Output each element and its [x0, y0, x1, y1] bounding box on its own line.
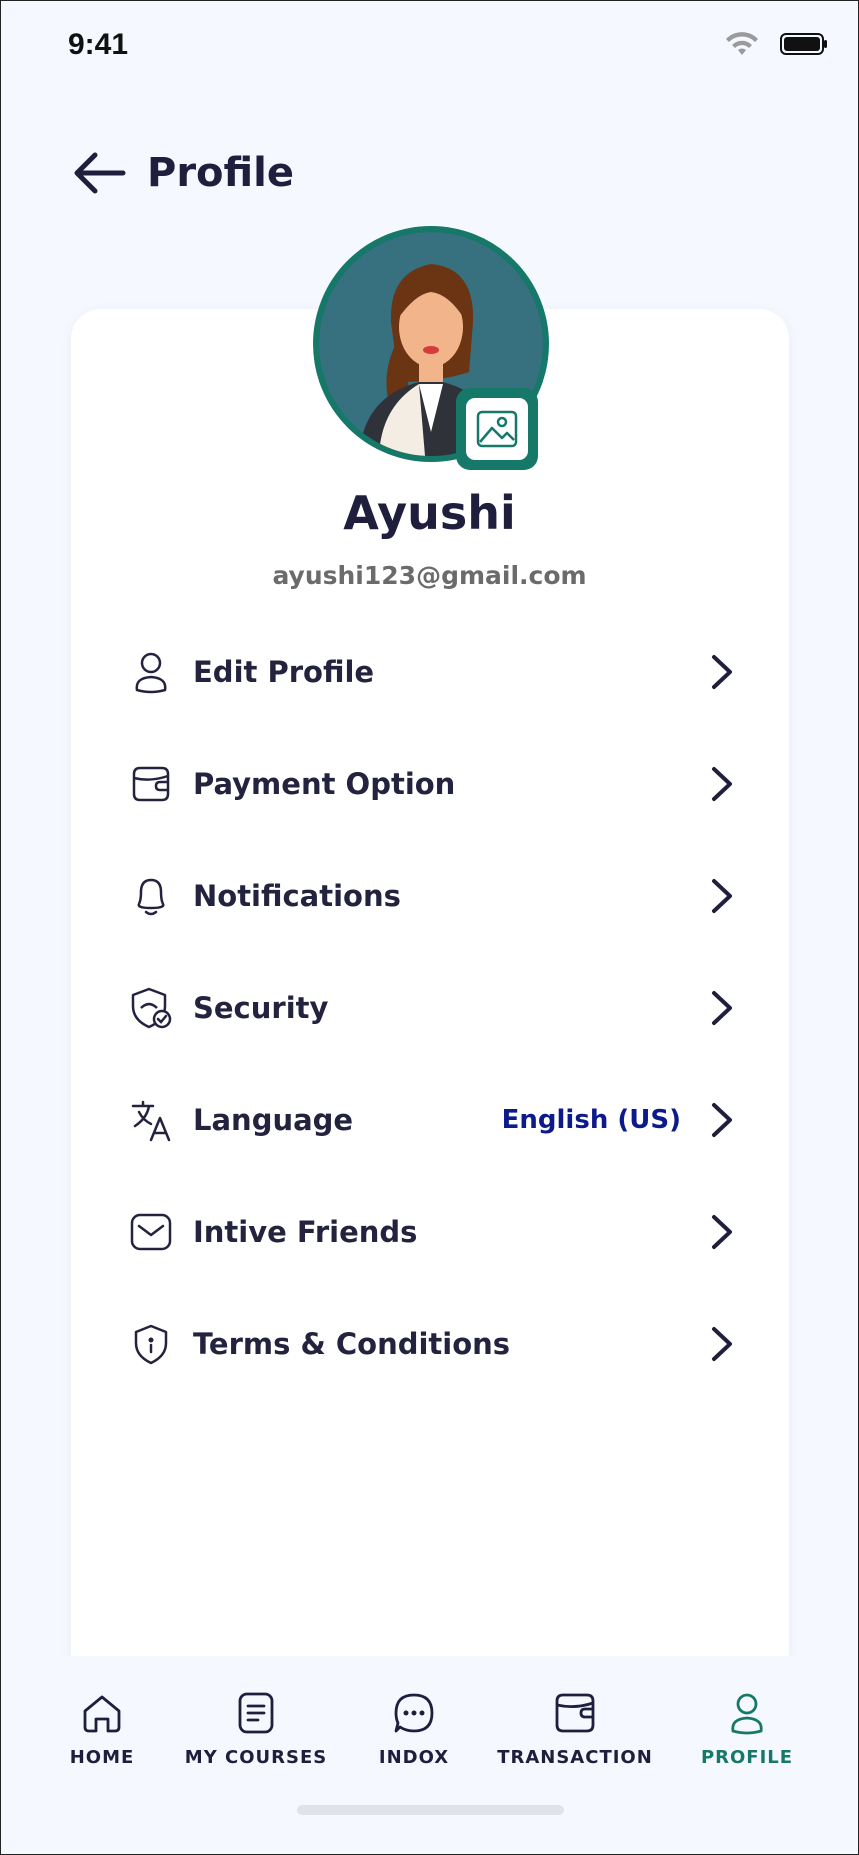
language-value: English (US): [501, 1105, 681, 1135]
wallet-icon: [129, 762, 173, 806]
status-icons: [724, 31, 828, 57]
mail-icon: [129, 1210, 173, 1254]
menu-label: Terms & Conditions: [193, 1327, 511, 1361]
bell-icon: [129, 874, 173, 918]
profile-screen: 9:41 Profile Ayushi ayushi123@gmail.com …: [0, 0, 859, 1855]
nav-my-courses[interactable]: MY COURSES: [185, 1691, 326, 1768]
menu-item-terms-conditions[interactable]: Terms & Conditions: [129, 1288, 737, 1400]
chevron-right-icon: [707, 1100, 737, 1140]
menu-label: Language: [193, 1103, 354, 1137]
menu-item-invite-friends[interactable]: Intive Friends: [129, 1176, 737, 1288]
menu-item-edit-profile[interactable]: Edit Profile: [129, 616, 737, 728]
profile-menu: Edit Profile Payment Option Notification…: [129, 616, 737, 1400]
user-icon: [129, 650, 173, 694]
header: Profile: [69, 143, 294, 203]
menu-label: Notifications: [193, 879, 401, 913]
nav-transaction[interactable]: TRANSACTION: [497, 1691, 652, 1768]
chevron-right-icon: [707, 1324, 737, 1364]
user-icon: [731, 1693, 763, 1735]
chevron-right-icon: [707, 988, 737, 1028]
courses-icon: [238, 1692, 274, 1734]
shield-check-icon: [129, 986, 173, 1030]
chevron-right-icon: [707, 764, 737, 804]
menu-label: Security: [193, 991, 329, 1025]
chevron-right-icon: [707, 876, 737, 916]
user-email: ayushi123@gmail.com: [272, 561, 587, 590]
wallet-icon: [555, 1693, 595, 1733]
translate-icon: [129, 1098, 173, 1142]
menu-item-notifications[interactable]: Notifications: [129, 840, 737, 952]
nav-indox[interactable]: INDOX: [379, 1691, 449, 1768]
nav-label: INDOX: [378, 1747, 450, 1768]
nav-label: PROFILE: [700, 1747, 794, 1768]
bottom-nav: HOME MY COURSES INDOX TRANSACTION PROFIL…: [1, 1656, 858, 1854]
menu-item-payment-option[interactable]: Payment Option: [129, 728, 737, 840]
battery-icon: [780, 33, 827, 55]
nav-label: MY COURSES: [184, 1747, 328, 1768]
user-name: Ayushi: [343, 486, 516, 540]
arrow-left-icon: [74, 152, 126, 194]
nav-profile[interactable]: PROFILE: [701, 1691, 792, 1768]
change-photo-button[interactable]: [456, 388, 538, 470]
menu-label: Intive Friends: [193, 1215, 418, 1249]
status-time: 9:41: [68, 28, 129, 61]
chevron-right-icon: [707, 652, 737, 692]
nav-label: TRANSACTION: [497, 1747, 653, 1768]
home-indicator: [297, 1805, 564, 1815]
wifi-icon: [726, 32, 758, 55]
menu-label: Edit Profile: [193, 655, 375, 689]
menu-label: Payment Option: [193, 767, 456, 801]
page-title: Profile: [147, 150, 295, 196]
menu-item-language[interactable]: Language English (US): [129, 1064, 737, 1176]
shield-info-icon: [129, 1322, 173, 1366]
home-icon: [83, 1695, 121, 1733]
menu-item-security[interactable]: Security: [129, 952, 737, 1064]
back-button[interactable]: [69, 143, 129, 203]
nav-label: HOME: [69, 1747, 135, 1768]
chat-icon: [394, 1693, 434, 1733]
chevron-right-icon: [707, 1212, 737, 1252]
image-icon: [476, 410, 518, 448]
change-photo-button-inner: [466, 398, 528, 460]
nav-home[interactable]: HOME: [69, 1691, 135, 1768]
